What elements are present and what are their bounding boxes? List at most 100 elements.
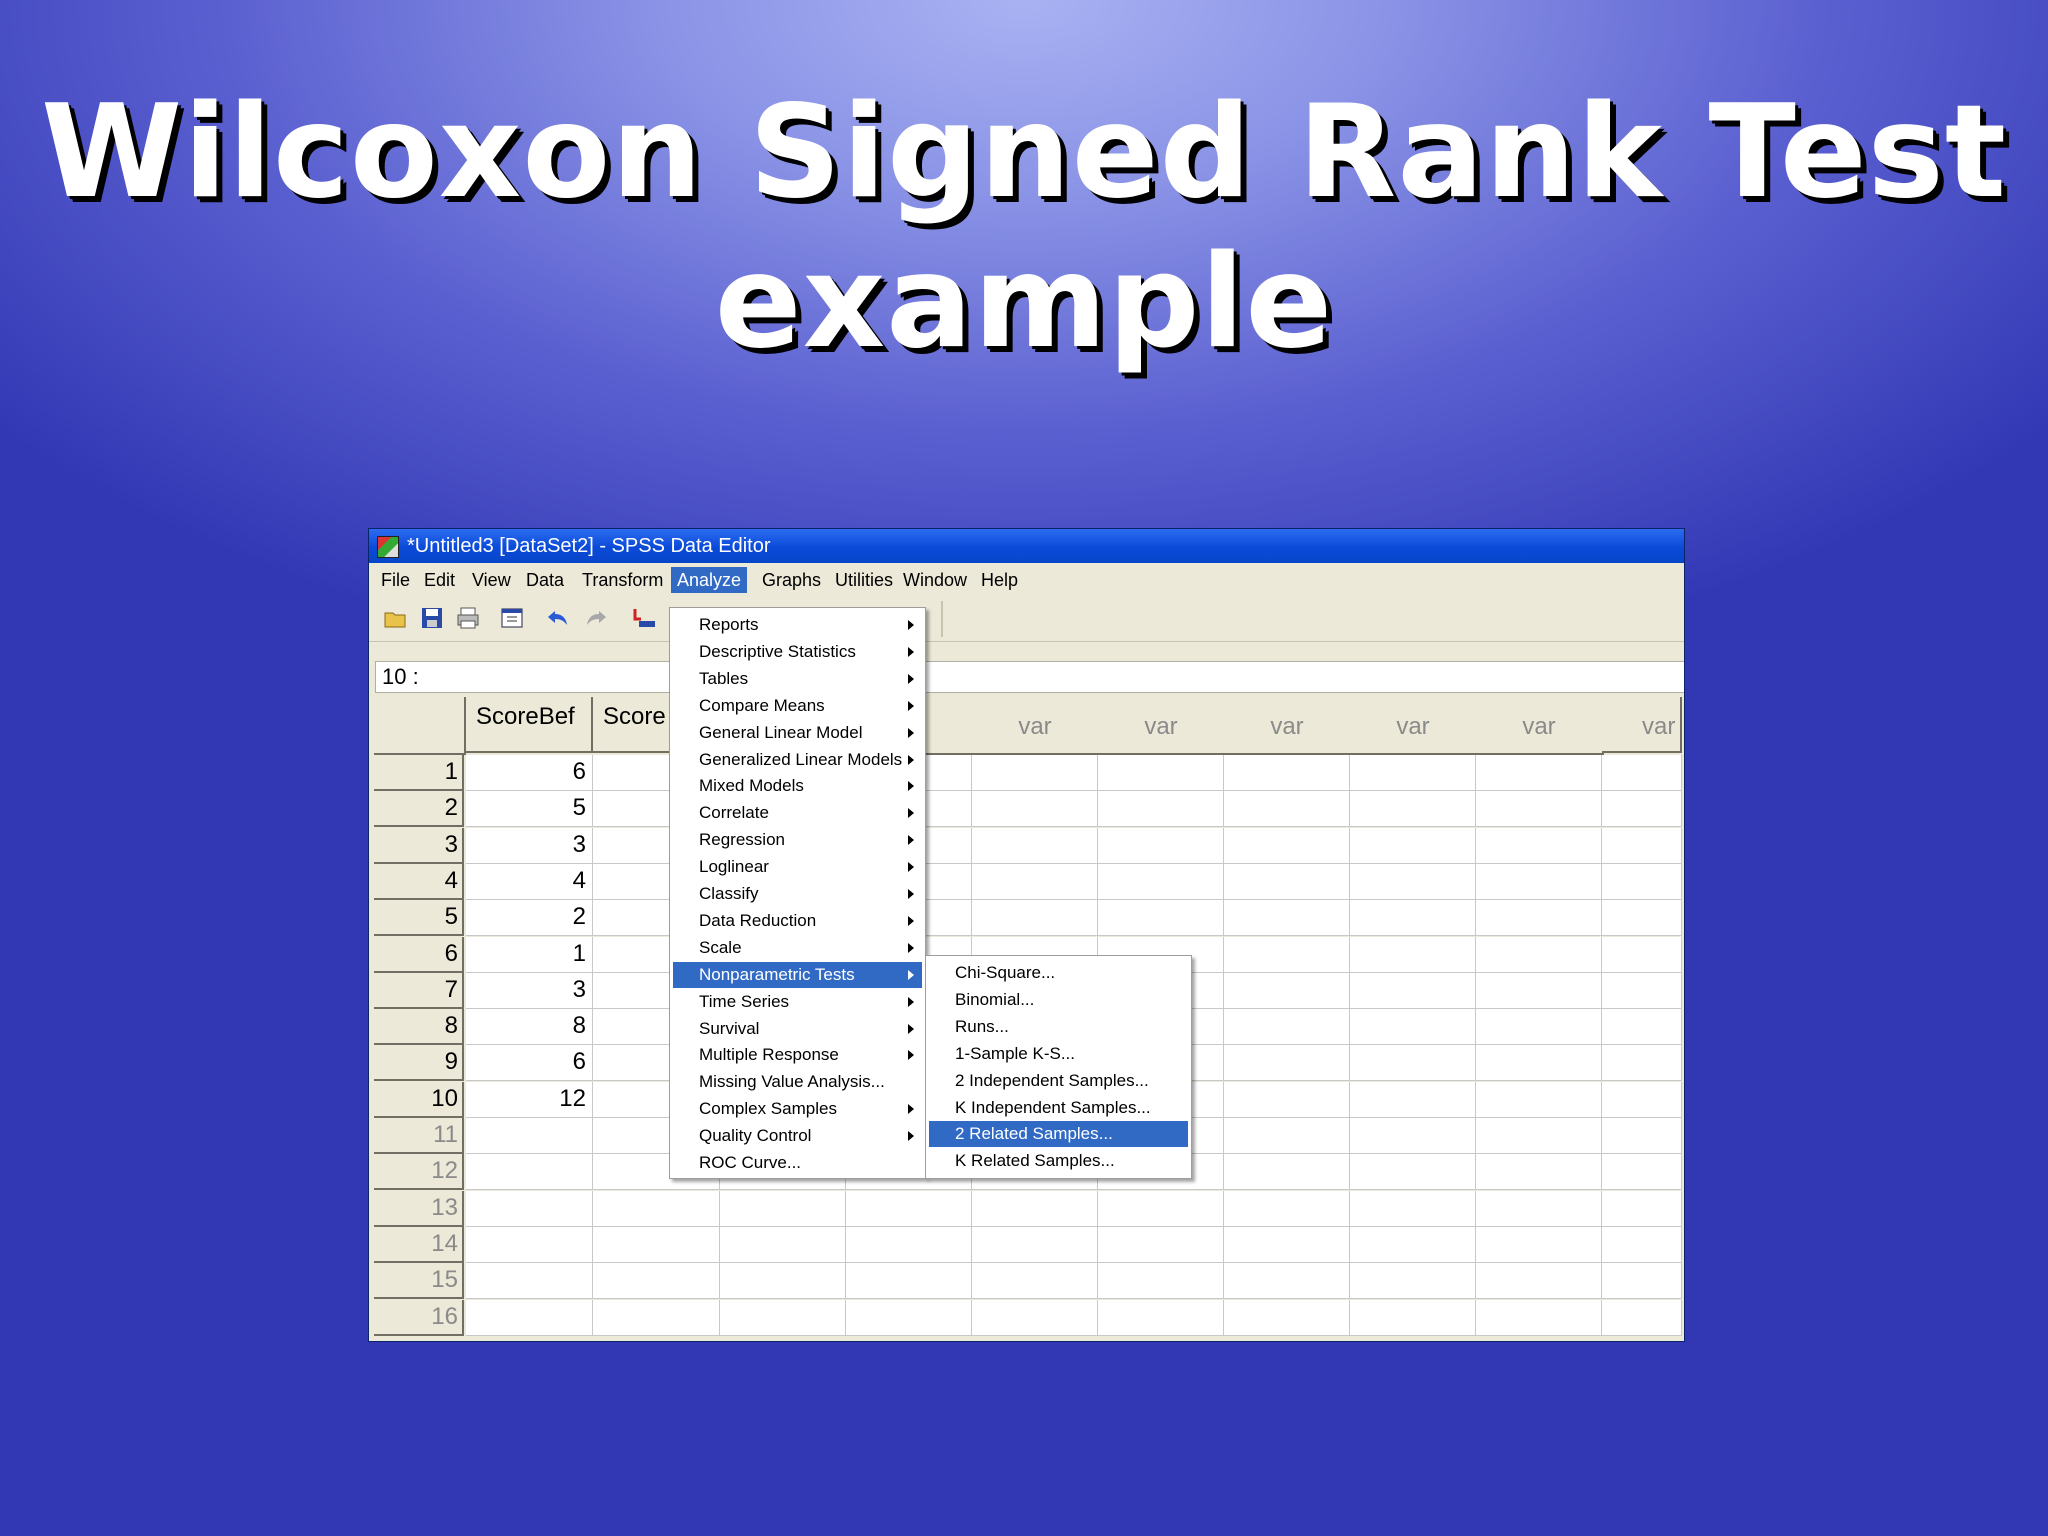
data-cell[interactable] [846, 1299, 972, 1336]
data-cell[interactable] [1350, 755, 1476, 791]
data-cell[interactable] [972, 1226, 1098, 1263]
cell-scorebef[interactable]: 4 [466, 863, 593, 900]
data-cell[interactable] [720, 1263, 846, 1300]
data-cell[interactable] [1476, 1118, 1602, 1154]
data-cell[interactable] [1476, 1226, 1602, 1263]
data-cell[interactable] [1098, 1263, 1224, 1300]
data-cell[interactable] [1602, 1226, 1682, 1263]
menu-item-compare-means[interactable]: Compare Means [673, 693, 922, 719]
row-number[interactable]: 12 [374, 1154, 464, 1191]
menu-item-quality-control[interactable]: Quality Control [673, 1123, 922, 1149]
data-cell[interactable] [1350, 936, 1476, 973]
menu-item-mixed-models[interactable]: Mixed Models [673, 773, 922, 799]
data-cell[interactable] [1224, 1263, 1350, 1300]
data-cell[interactable] [1224, 863, 1350, 900]
data-cell[interactable] [1602, 972, 1682, 1009]
column-header-scorebef[interactable]: ScoreBef [466, 697, 593, 753]
data-cell[interactable] [1098, 755, 1224, 791]
data-cell[interactable] [1350, 1299, 1476, 1336]
menu-item-regression[interactable]: Regression [673, 827, 922, 853]
menu-item-loglinear[interactable]: Loglinear [673, 854, 922, 880]
data-cell[interactable] [1098, 900, 1224, 937]
data-cell[interactable] [1602, 1299, 1682, 1336]
data-cell[interactable] [1224, 936, 1350, 973]
goto-case-icon[interactable] [631, 605, 657, 631]
cell-editor-bar[interactable]: 10 : [375, 661, 1684, 693]
data-cell[interactable] [1476, 755, 1602, 791]
data-cell[interactable] [1350, 827, 1476, 864]
menu-item-roc-curve[interactable]: ROC Curve... [673, 1150, 922, 1176]
data-cell[interactable] [972, 1299, 1098, 1336]
row-number[interactable]: 5 [374, 900, 464, 937]
data-cell[interactable] [1098, 827, 1224, 864]
menu-edit[interactable]: Edit [418, 567, 461, 593]
column-header-var[interactable]: var [1602, 697, 1682, 753]
column-header-var[interactable]: var [1476, 697, 1604, 755]
data-cell[interactable] [972, 755, 1098, 791]
data-cell[interactable] [593, 1263, 720, 1300]
data-cell[interactable] [1224, 1118, 1350, 1154]
data-cell[interactable] [720, 1226, 846, 1263]
data-cell[interactable] [1224, 755, 1350, 791]
data-cell[interactable] [846, 1226, 972, 1263]
data-cell[interactable] [1350, 791, 1476, 828]
data-cell[interactable] [1350, 1118, 1476, 1154]
data-cell[interactable] [1224, 972, 1350, 1009]
menu-item-runs[interactable]: Runs... [929, 1014, 1188, 1040]
menu-view[interactable]: View [466, 567, 517, 593]
data-cell[interactable] [972, 863, 1098, 900]
menu-transform[interactable]: Transform [576, 567, 669, 593]
menu-item-correlate[interactable]: Correlate [673, 800, 922, 826]
data-cell[interactable] [1476, 972, 1602, 1009]
data-cell[interactable] [1602, 1190, 1682, 1227]
data-cell[interactable] [1602, 827, 1682, 864]
menu-item-1-sample-k-s[interactable]: 1-Sample K-S... [929, 1041, 1188, 1067]
window-titlebar[interactable]: *Untitled3 [DataSet2] - SPSS Data Editor [369, 529, 1684, 563]
data-cell[interactable] [1476, 900, 1602, 937]
data-cell[interactable] [1476, 936, 1602, 973]
row-number[interactable]: 13 [374, 1190, 464, 1227]
data-cell[interactable] [1224, 827, 1350, 864]
data-cell[interactable] [1476, 791, 1602, 828]
data-cell[interactable] [720, 1299, 846, 1336]
row-number[interactable]: 7 [374, 972, 464, 1009]
data-cell[interactable] [1602, 1154, 1682, 1191]
menu-graphs[interactable]: Graphs [756, 567, 827, 593]
data-cell[interactable] [1224, 791, 1350, 828]
data-cell[interactable] [1098, 791, 1224, 828]
open-folder-icon[interactable] [383, 605, 409, 631]
cell-scorebef[interactable]: 6 [466, 755, 593, 791]
data-cell[interactable] [1350, 1081, 1476, 1118]
data-cell[interactable] [1098, 1190, 1224, 1227]
data-cell[interactable] [1476, 1263, 1602, 1300]
cell-scorebef[interactable]: 5 [466, 791, 593, 828]
row-number[interactable]: 9 [374, 1045, 464, 1082]
data-cell[interactable] [1224, 1045, 1350, 1082]
cell-scorebef[interactable] [466, 1263, 593, 1300]
menu-item-survival[interactable]: Survival [673, 1016, 922, 1042]
data-cell[interactable] [1350, 1263, 1476, 1300]
menu-item-general-linear-model[interactable]: General Linear Model [673, 720, 922, 746]
data-cell[interactable] [1224, 1299, 1350, 1336]
data-cell[interactable] [1224, 900, 1350, 937]
data-cell[interactable] [1602, 1045, 1682, 1082]
menu-file[interactable]: File [375, 567, 416, 593]
data-cell[interactable] [1350, 1154, 1476, 1191]
row-number[interactable]: 8 [374, 1009, 464, 1046]
data-cell[interactable] [1350, 900, 1476, 937]
data-cell[interactable] [1224, 1154, 1350, 1191]
data-cell[interactable] [1602, 755, 1682, 791]
data-cell[interactable] [1350, 1190, 1476, 1227]
data-cell[interactable] [1224, 1081, 1350, 1118]
menu-item-multiple-response[interactable]: Multiple Response [673, 1042, 922, 1068]
data-cell[interactable] [1602, 1263, 1682, 1300]
column-header-var[interactable]: var [972, 697, 1100, 755]
menu-data[interactable]: Data [520, 567, 570, 593]
data-cell[interactable] [1224, 1190, 1350, 1227]
data-cell[interactable] [1602, 1118, 1682, 1154]
cell-scorebef[interactable]: 6 [466, 1045, 593, 1082]
data-cell[interactable] [1350, 972, 1476, 1009]
data-cell[interactable] [972, 900, 1098, 937]
cell-scorebef[interactable]: 3 [466, 827, 593, 864]
data-cell[interactable] [1224, 1009, 1350, 1046]
